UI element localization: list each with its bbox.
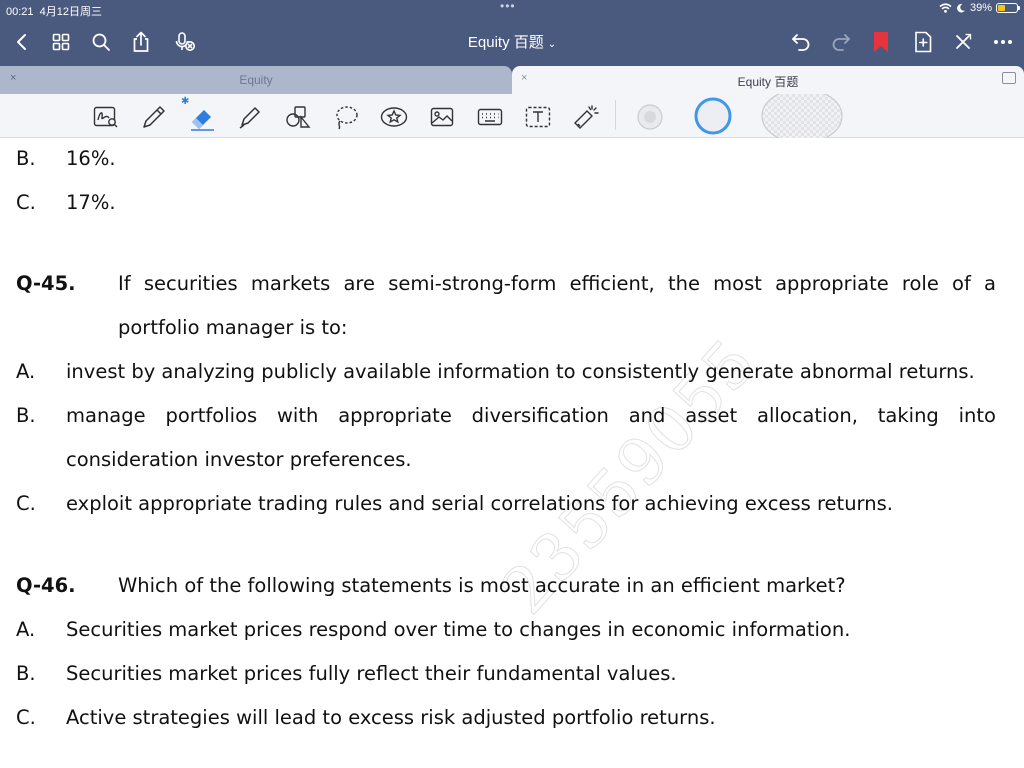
option-text: exploit appropriate trading rules and se… <box>66 492 893 515</box>
image-tool-icon[interactable] <box>428 103 456 131</box>
option-text: Active strategies will lead to excess ri… <box>66 706 716 729</box>
redo-icon[interactable] <box>828 29 854 55</box>
lasso-tool-icon[interactable] <box>332 103 360 131</box>
option-text: Securities market prices respond over ti… <box>66 618 851 641</box>
question-text: If securities markets are semi-strong-fo… <box>118 272 996 295</box>
tab-equity-100[interactable]: × Equity 百题 <box>512 66 1024 94</box>
sticker-tool-icon[interactable] <box>380 103 408 131</box>
question-text: Which of the following statements is mos… <box>118 574 846 597</box>
highlighter-tool-icon[interactable] <box>236 103 264 131</box>
close-icon[interactable] <box>950 29 976 55</box>
eraser-size-medium[interactable] <box>690 97 736 135</box>
option-text: consideration investor preferences. <box>66 448 412 471</box>
eraser-tool-icon[interactable] <box>188 103 216 131</box>
option-letter: C. <box>16 706 36 729</box>
keyboard-tool-icon[interactable] <box>476 103 504 131</box>
tab-equity[interactable]: × Equity <box>0 66 512 94</box>
undo-icon[interactable] <box>788 29 814 55</box>
status-time: 00:21 4月12日周三 <box>6 6 103 18</box>
option-text: Securities market prices fully reflect t… <box>66 662 677 685</box>
status-bar: 00:21 4月12日周三 ••• 39% <box>0 0 1024 20</box>
more-icon[interactable] <box>990 29 1016 55</box>
option-letter: A. <box>16 618 36 641</box>
option-text: 16%. <box>66 147 116 170</box>
text-box-tool-icon[interactable] <box>524 103 552 131</box>
tab-label: Equity <box>239 73 273 87</box>
split-view-icon[interactable] <box>1002 72 1016 84</box>
toolbar-divider <box>615 100 616 130</box>
option-text: invest by analyzing publicly available i… <box>66 360 975 383</box>
handwriting-search-icon[interactable] <box>92 103 120 131</box>
option-text: 17%. <box>66 191 116 214</box>
eraser-size-large[interactable] <box>756 94 848 138</box>
nav-bar: Equity 百题 ⌄ <box>0 20 1024 64</box>
moon-icon <box>957 3 965 13</box>
tab-label: Equity 百题 <box>737 75 799 89</box>
battery-icon <box>996 3 1020 13</box>
option-letter: B. <box>16 147 36 170</box>
question-number: Q-46. <box>16 574 76 597</box>
tool-bar: ✱ <box>0 94 1024 138</box>
status-right: 39% <box>939 2 1020 14</box>
add-page-icon[interactable] <box>910 29 936 55</box>
battery-percent: 39% <box>969 2 992 14</box>
question-number: Q-45. <box>16 272 76 295</box>
chevron-down-icon: ⌄ <box>547 39 557 50</box>
pen-tool-icon[interactable] <box>140 103 168 131</box>
tab-bar: × Equity × Equity 百题 <box>0 64 1024 94</box>
shapes-tool-icon[interactable] <box>284 103 312 131</box>
option-letter: C. <box>16 492 36 515</box>
option-letter: C. <box>16 191 36 214</box>
question-text: portfolio manager is to: <box>118 316 348 339</box>
option-letter: A. <box>16 360 36 383</box>
option-text: manage portfolios with appropriate diver… <box>66 404 996 427</box>
eraser-size-small[interactable] <box>636 103 664 131</box>
option-letter: B. <box>16 404 36 427</box>
bookmark-icon[interactable] <box>868 29 894 55</box>
multitask-dots[interactable]: ••• <box>500 0 516 13</box>
wifi-icon <box>939 3 952 13</box>
laser-pointer-icon[interactable] <box>572 103 600 131</box>
document-page[interactable]: 23559055 B. 16%. C. 17%. Q-45. If securi… <box>0 139 1024 768</box>
option-letter: B. <box>16 662 36 685</box>
